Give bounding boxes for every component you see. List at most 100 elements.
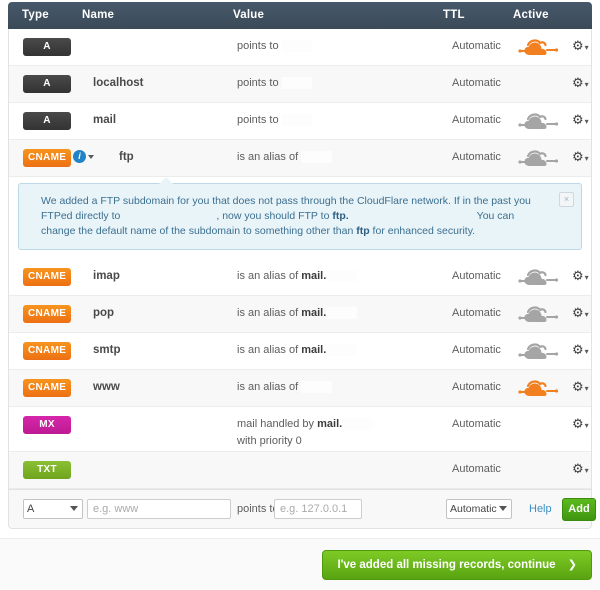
chevron-down-icon: ▾ [584,80,589,89]
chevron-right-icon: ❯ [567,559,577,571]
record-value-input[interactable]: e.g. 127.0.0.1 [274,499,362,519]
record-value: is an alias of [237,381,332,393]
column-header-name: Name [82,9,115,21]
table-row: CNAME i ftp is an alias of Automatic ⚙▾ [9,140,591,177]
row-settings-gear-icon[interactable]: ⚙▾ [572,343,589,358]
record-name: www [93,381,120,393]
record-type-badge[interactable]: CNAME [23,342,72,360]
chevron-down-icon: ▾ [584,421,589,430]
column-header-value: Value [233,9,265,21]
cloud-active-icon[interactable] [517,378,559,400]
redacted-domain [326,307,357,319]
record-type-badge[interactable]: A [23,38,71,56]
table-row: CNAME smtp is an alias of mail. Automatic ⚙… [9,333,591,370]
chevron-down-icon: ▾ [584,154,589,163]
dns-records-panel: Type Name Value TTL Active Apoints to Au… [8,2,596,529]
record-type-badge[interactable]: CNAME [23,379,72,397]
table-row: Alocalhost points to Automatic ⚙▾ [9,66,591,103]
record-ttl: Automatic [452,114,501,126]
table-row: TXT Automatic ⚙▾ [9,452,591,489]
chevron-down-icon: ▾ [584,466,589,475]
row-settings-gear-icon[interactable]: ⚙▾ [572,269,589,284]
continue-button[interactable]: I've added all missing records, continue… [322,550,592,580]
record-type-badge[interactable]: TXT [23,461,71,479]
record-ttl: Automatic [452,151,501,163]
record-value: is an alias of mail. [237,270,357,282]
table-row: Apoints to Automatic ⚙▾ [9,29,591,66]
column-header-active: Active [513,9,549,21]
record-type-select-value: A [27,503,35,515]
row-settings-gear-icon[interactable]: ⚙▾ [572,76,589,91]
dns-records-page: Type Name Value TTL Active Apoints to Au… [0,0,600,590]
cloud-inactive-icon[interactable] [517,304,559,326]
record-ttl: Automatic [452,381,501,393]
cloud-active-icon[interactable] [517,37,559,59]
record-type-badge[interactable]: A [23,112,71,130]
cloud-inactive-icon[interactable] [517,148,559,170]
record-name: smtp [93,344,121,356]
table-header: Type Name Value TTL Active [8,2,592,29]
chevron-down-icon[interactable] [88,155,94,159]
add-record-row: A e.g. www points to e.g. 127.0.0.1 Auto… [8,490,596,529]
close-icon[interactable]: × [559,192,574,207]
table-row: MX mail handled by mail. with priority 0 A… [9,407,591,452]
record-name: pop [93,307,115,319]
row-settings-gear-icon[interactable]: ⚙▾ [572,113,589,128]
cloud-inactive-icon[interactable] [517,111,559,133]
record-type-badge[interactable]: CNAME [23,268,72,286]
record-type-select[interactable]: A [23,499,83,519]
row-settings-gear-icon[interactable]: ⚙▾ [572,306,589,321]
record-name-placeholder: e.g. www [93,503,139,515]
record-type-badge[interactable]: A [23,75,71,93]
row-settings-gear-icon[interactable]: ⚙▾ [572,39,589,54]
record-value: points to [237,40,313,52]
row-settings-gear-icon[interactable]: ⚙▾ [572,462,589,477]
ftp-notice: × We added a FTP subdomain for you that d… [18,176,582,250]
redacted-domain [301,381,332,393]
redacted-domain [342,418,373,430]
redacted-domain [301,151,332,163]
info-icon[interactable]: i [73,150,86,163]
record-type-badge[interactable]: CNAME [23,305,72,323]
chevron-down-icon: ▾ [584,310,589,319]
help-link[interactable]: Help [529,503,552,515]
record-ttl: Automatic [452,463,501,475]
redacted-domain [281,77,313,89]
cloud-inactive-icon[interactable] [517,341,559,363]
row-settings-gear-icon[interactable]: ⚙▾ [572,417,589,432]
record-type-badge[interactable]: MX [23,416,71,434]
points-to-label: points to [237,503,279,515]
row-settings-gear-icon[interactable]: ⚙▾ [572,150,589,165]
chevron-down-icon: ▾ [584,384,589,393]
continue-button-label: I've added all missing records, continue [337,559,556,571]
row-settings-gear-icon[interactable]: ⚙▾ [572,380,589,395]
record-ttl: Automatic [452,418,501,430]
chevron-down-icon: ▾ [584,43,589,52]
redacted-domain [281,114,313,126]
record-value: points to [237,114,313,126]
notice-text: We added a FTP subdomain for you that do… [41,195,531,237]
redacted-domain [326,344,357,356]
add-record-button[interactable]: Add [562,498,596,521]
record-ttl: Automatic [452,270,501,282]
column-header-ttl: TTL [443,9,465,21]
chevron-down-icon: ▾ [584,273,589,282]
record-type-badge[interactable]: CNAME [23,149,72,167]
chevron-down-icon: ▾ [584,117,589,126]
record-value-placeholder: e.g. 127.0.0.1 [280,503,348,515]
chevron-down-icon: ▾ [584,347,589,356]
chevron-down-icon [70,506,78,511]
chevron-down-icon [499,506,507,511]
record-value: points to [237,77,313,89]
record-ttl-select[interactable]: Automatic [446,499,512,519]
table-row: Amail points to Automatic ⚙▾ [9,103,591,140]
page-footer: I've added all missing records, continue… [0,538,600,590]
record-value: mail handled by mail. with priority 0 [237,418,373,447]
record-name-input[interactable]: e.g. www [87,499,231,519]
table-row: CNAME www is an alias of Automatic ⚙▾ [9,370,591,407]
cloud-inactive-icon[interactable] [517,267,559,289]
record-name: ftp [119,151,134,163]
table-body: Apoints to Automatic ⚙▾ Alocalhost points t… [8,29,592,490]
table-row: CNAME pop is an alias of mail. Automatic ⚙▾ [9,296,591,333]
redacted-domain [281,40,313,52]
